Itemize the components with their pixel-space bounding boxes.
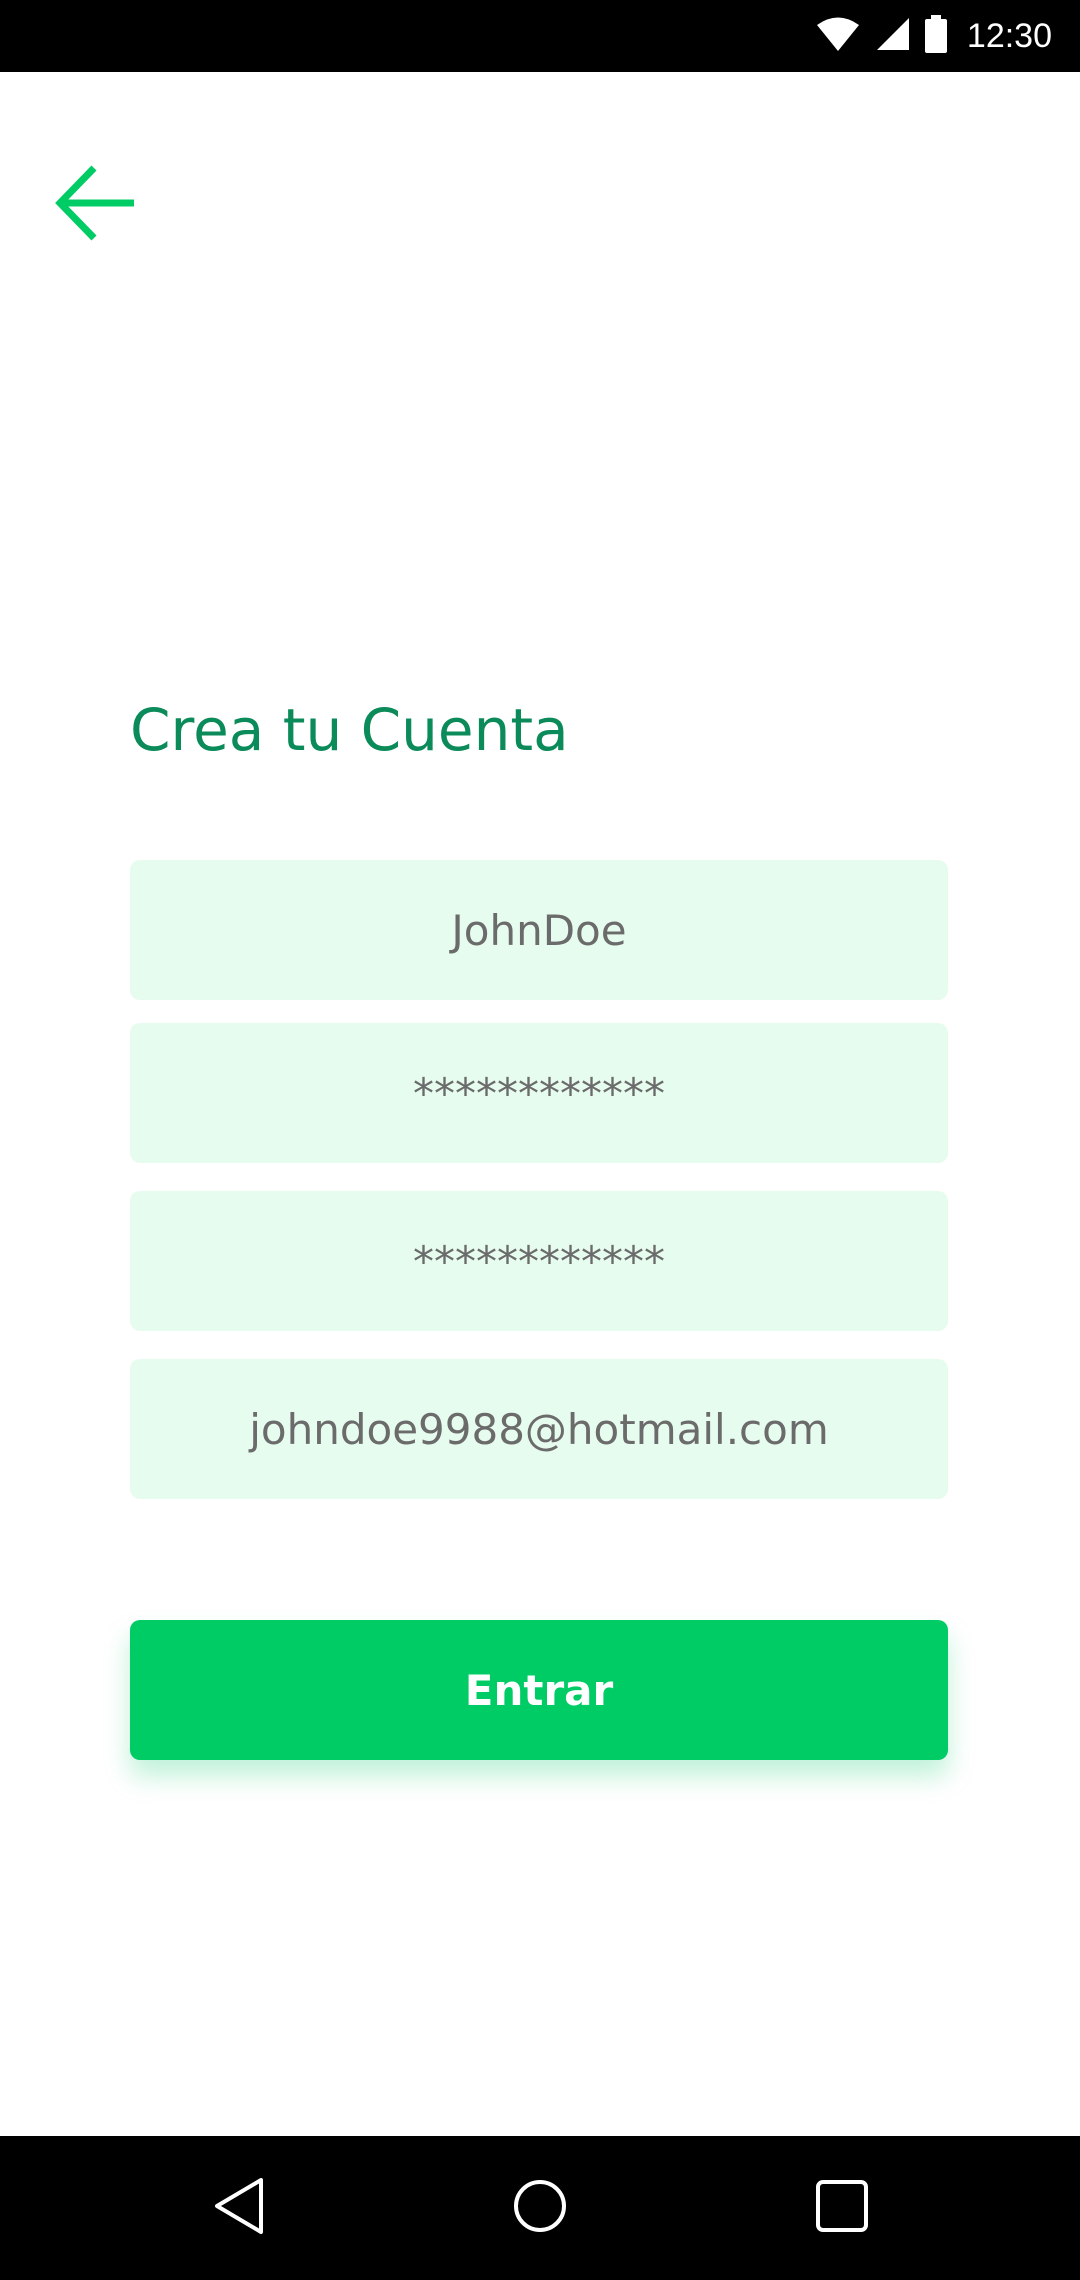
page-title: Crea tu Cuenta [130,696,569,764]
screen: 12:30 Crea tu Cuenta JohnDoe ***********… [0,0,1080,2280]
arrow-left-icon [50,158,140,253]
confirm-password-field[interactable]: ************ [130,1191,948,1331]
nav-recents-button[interactable] [806,2172,878,2244]
password-field[interactable]: ************ [130,1023,948,1163]
status-icons: 12:30 [815,0,1052,72]
battery-icon [924,14,947,58]
status-bar: 12:30 [0,0,1080,72]
nav-home-icon [512,2178,568,2239]
wifi-icon [815,16,861,57]
password-value: ************ [413,1068,665,1118]
confirm-password-value: ************ [413,1236,665,1286]
email-field[interactable]: johndoe9988@hotmail.com [130,1359,948,1499]
submit-button[interactable]: Entrar [130,1620,948,1760]
nav-recents-icon [815,2179,869,2238]
username-value: JohnDoe [451,905,627,955]
cell-signal-icon [875,16,911,57]
navigation-bar [0,2136,1080,2280]
nav-back-icon [211,2176,267,2241]
username-field[interactable]: JohnDoe [130,860,948,1000]
status-time: 12:30 [966,16,1052,55]
back-button[interactable] [40,150,150,260]
email-value: johndoe9988@hotmail.com [249,1404,829,1454]
nav-home-button[interactable] [504,2172,576,2244]
submit-label: Entrar [464,1665,614,1715]
nav-back-button[interactable] [203,2172,275,2244]
